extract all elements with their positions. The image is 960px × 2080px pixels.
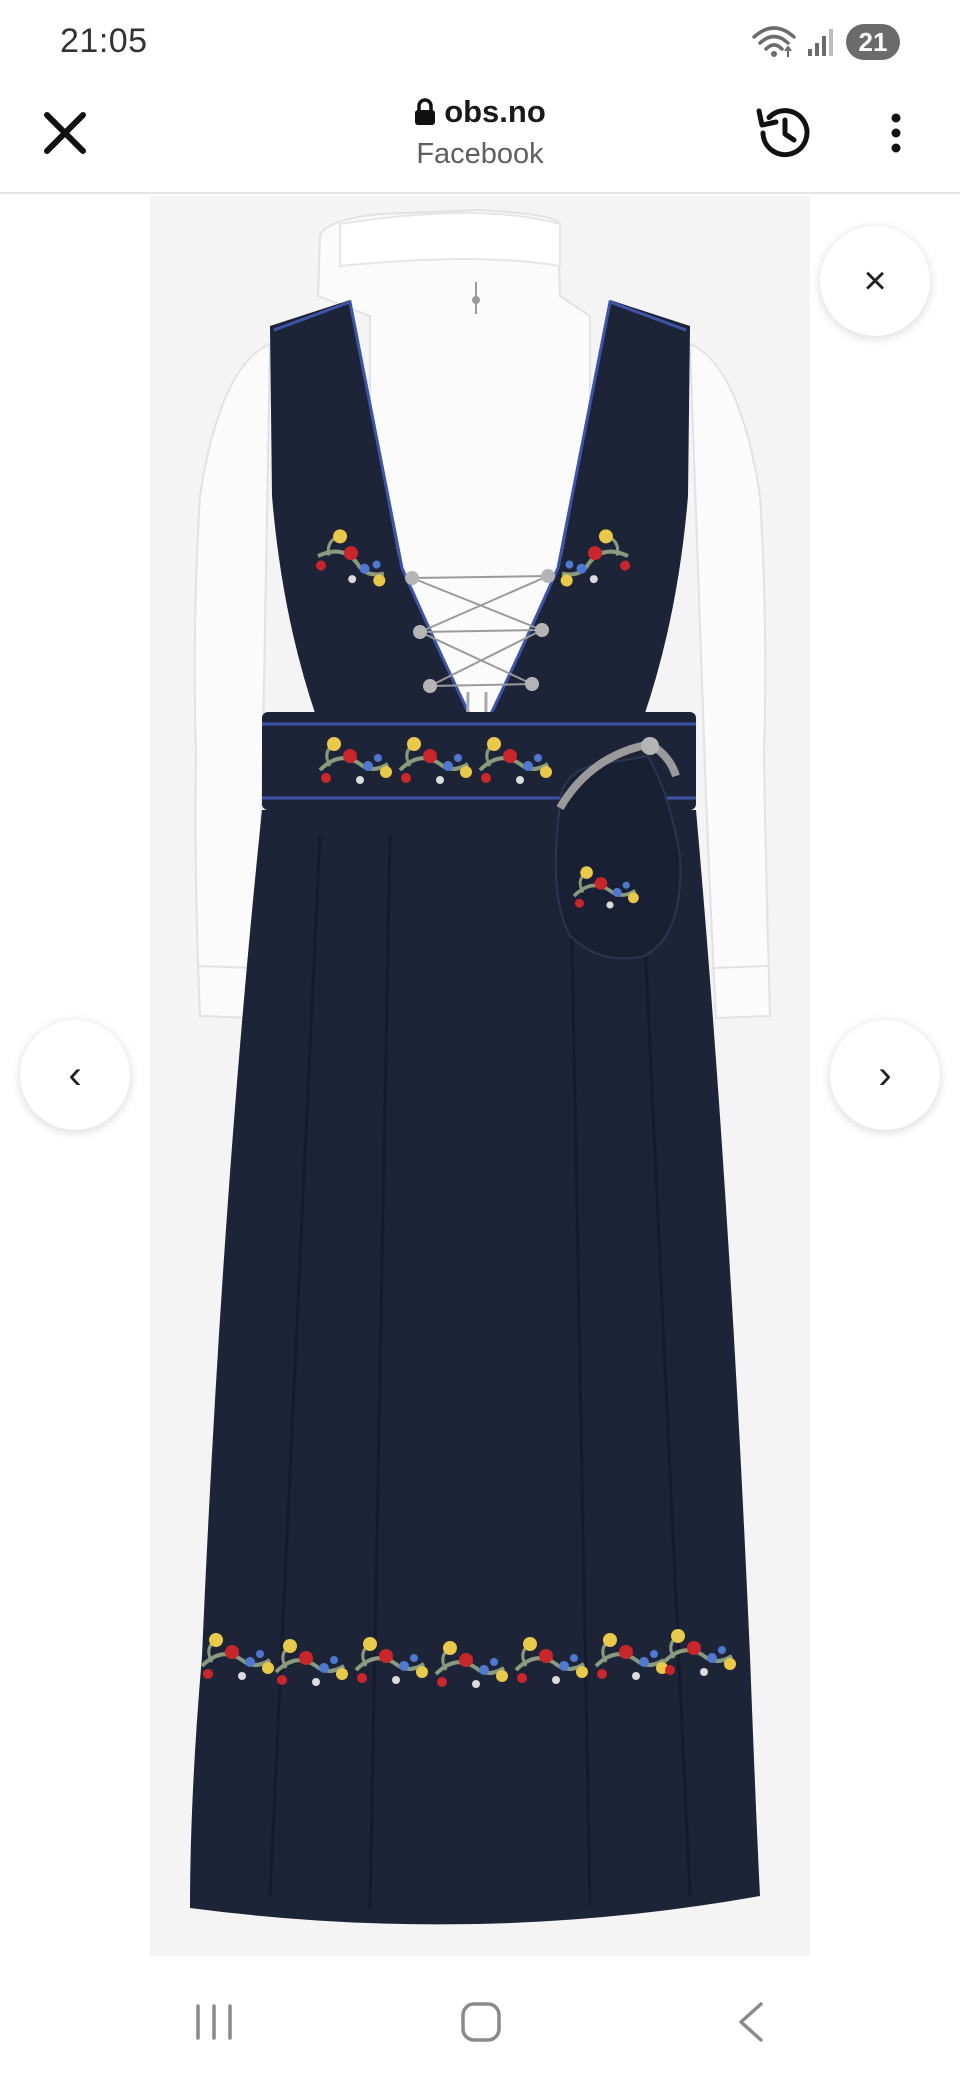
close-icon [44, 112, 86, 154]
close-icon: × [863, 259, 887, 303]
history-icon [756, 108, 810, 158]
screen: 21:05 21 obs.no Facebook × ‹ › [0, 0, 960, 2080]
status-time: 21:05 [60, 22, 148, 60]
home-button[interactable] [441, 1982, 521, 2062]
previous-image-button[interactable]: ‹ [20, 1020, 130, 1130]
wifi-icon [752, 26, 796, 57]
menu-button[interactable] [870, 102, 922, 164]
status-icons: 21 [752, 22, 900, 62]
history-button[interactable] [752, 100, 818, 166]
url-text: obs.no [444, 94, 546, 129]
signal-icon [808, 29, 833, 56]
chevron-right-icon: › [878, 1053, 892, 1097]
address-bar[interactable]: obs.no Facebook [330, 90, 630, 171]
url-line: obs.no [330, 90, 630, 134]
close-tab-button[interactable] [34, 102, 96, 164]
chevron-left-icon: ‹ [68, 1053, 82, 1097]
back-button[interactable] [710, 1982, 790, 2062]
battery-indicator: 21 [846, 24, 900, 60]
viewer-close-button[interactable]: × [820, 226, 930, 336]
lock-icon [415, 98, 436, 125]
recents-button[interactable] [174, 1982, 254, 2062]
browser-toolbar: obs.no Facebook [0, 80, 960, 194]
status-bar: 21:05 21 [0, 0, 960, 80]
page-subtitle: Facebook [416, 138, 544, 170]
more-vert-icon [891, 113, 901, 153]
next-image-button[interactable]: › [830, 1020, 940, 1130]
photo-frame [150, 196, 810, 1956]
back-icon [739, 2002, 763, 2042]
image-viewer: × ‹ › [0, 194, 960, 1956]
bunad-dress-image[interactable] [150, 196, 810, 1956]
home-icon [461, 2002, 501, 2042]
recents-icon [196, 2004, 232, 2040]
navigation-bar [0, 1956, 960, 2080]
